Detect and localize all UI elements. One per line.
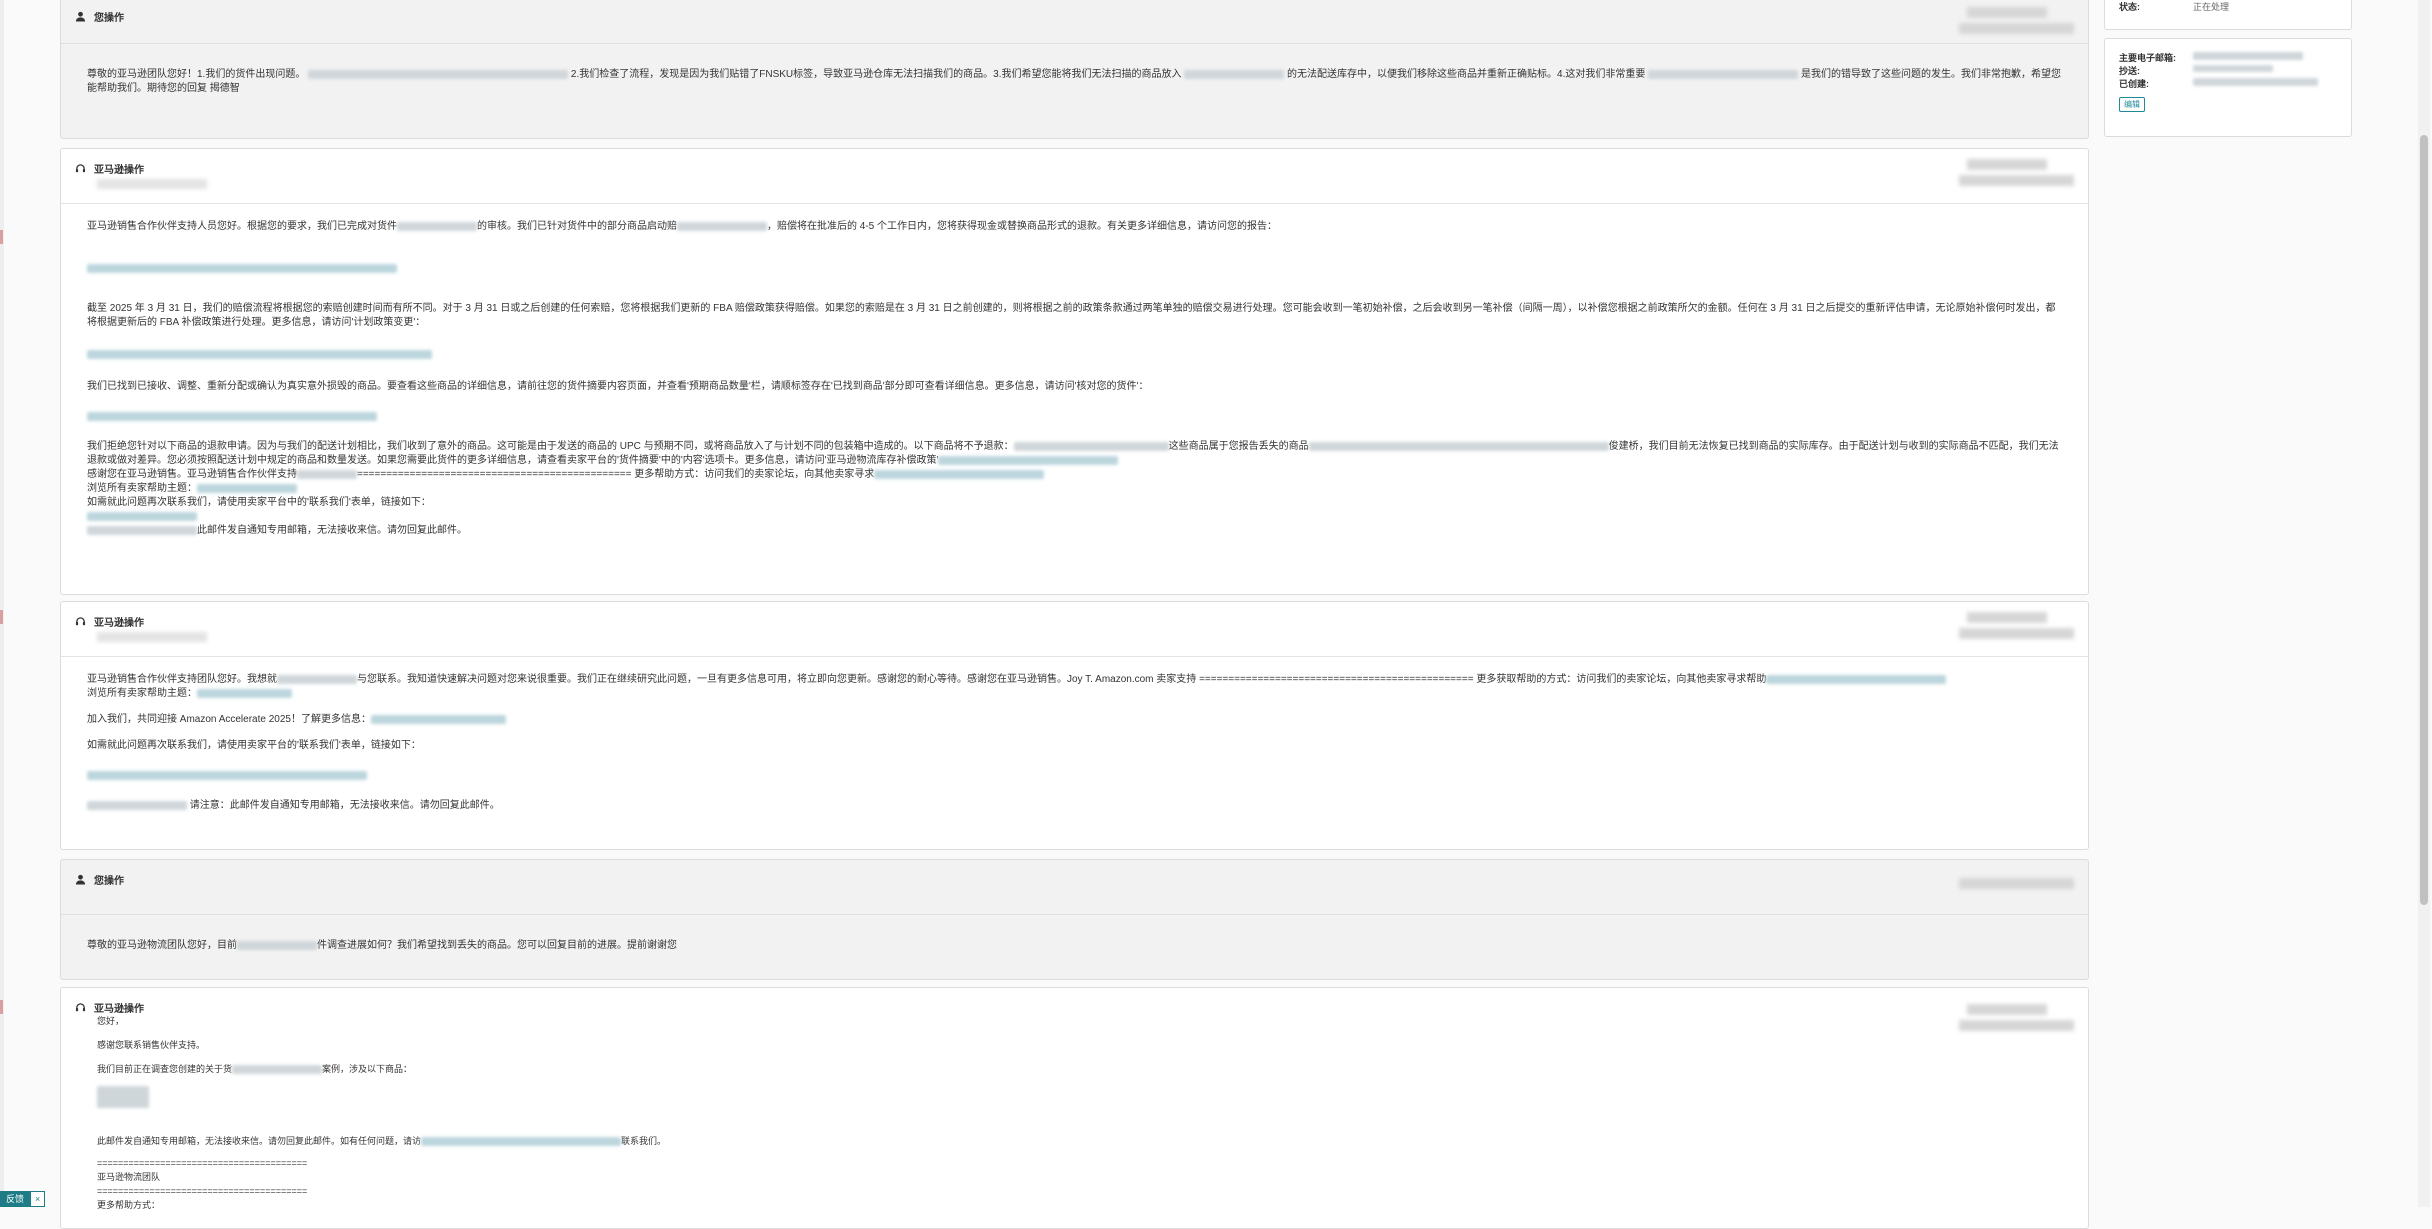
status-label: 状态:	[2119, 2, 2140, 12]
message-timestamp	[1959, 7, 2074, 34]
message-timestamp	[1959, 878, 2074, 889]
email-row: 主要电子邮箱:	[2119, 52, 2337, 65]
message-text: ，赔偿将在批准后的 4-5 个工作日内，您将获得现金或替换商品形式的退款。有关更…	[767, 221, 1278, 232]
product-image	[97, 1086, 149, 1108]
report-link[interactable]	[87, 263, 397, 273]
message-timestamp	[1959, 159, 2074, 186]
case-thread: 您操作 尊敬的亚马逊团队您好！1.我们的货件出现问题。 2.我们检查了流程，发现…	[60, 0, 2089, 1229]
message-text: 截至 2025 年 3 月 31 日，我们的赔偿流程将根据您的索赔创建时间而有所…	[87, 303, 2056, 328]
contact-card: 主要电子邮箱: 抄送: 已创建: 编辑	[2104, 38, 2352, 137]
feedback-button[interactable]: 反馈	[0, 1191, 31, 1207]
message-text: 2.我们检查了流程，发现是因为我们贴错了FNSKU标签，导致亚马逊仓库无法扫描我…	[570, 69, 1182, 80]
message-text: 您好，	[97, 1016, 125, 1026]
author-subtitle	[97, 632, 207, 642]
message-card-seller: 您操作 尊敬的亚马逊物流团队您好，目前 件调查进展如何？我们希望找到丢失的商品。您…	[60, 859, 2089, 980]
created-label: 已创建:	[2119, 79, 2149, 89]
author-name: 亚马逊操作	[94, 165, 144, 176]
message-text: 的无法配送库存中，以便我们移除这些商品并重新正确贴标。4.这对我们非常重要	[1287, 69, 1646, 80]
message-author: 您操作	[75, 9, 124, 24]
author-name: 您操作	[94, 876, 124, 887]
message-header: 您操作	[61, 0, 2088, 44]
divider-text: ========================================	[97, 1158, 308, 1168]
headset-icon	[75, 617, 86, 626]
cc-row: 抄送:	[2119, 65, 2337, 78]
message-card-seller: 您操作 尊敬的亚马逊团队您好！1.我们的货件出现问题。 2.我们检查了流程，发现…	[60, 0, 2089, 139]
created-row: 已创建:	[2119, 78, 2337, 91]
message-card-amazon: 亚马逊操作 亚马逊销售合作伙伴支持人员您好。根据您的要求，我们已完成对货件 的审核…	[60, 148, 2089, 595]
message-text: 感谢您在亚马逊销售。亚马逊销售合作伙伴支持	[87, 469, 297, 480]
message-author: 亚马逊操作	[75, 161, 144, 176]
message-header: 亚马逊操作	[61, 149, 2088, 204]
reconcile-link[interactable]	[87, 411, 377, 421]
cc-label: 抄送:	[2119, 66, 2140, 76]
message-text: 我们拒绝您针对以下商品的退款申请。因为与我们的配送计划相比，我们收到了意外的商品…	[87, 441, 1014, 452]
message-text: 我们目前正在调查您创建的关于货	[97, 1064, 233, 1074]
headset-icon	[75, 164, 86, 173]
message-text: 此邮件发自通知专用邮箱，无法接收来信。请勿回复此邮件。如有任何问题，请访	[97, 1136, 422, 1146]
message-header: 您操作	[61, 860, 2088, 915]
message-text: 感谢您联系销售伙伴支持。	[97, 1040, 206, 1050]
message-body: 尊敬的亚马逊团队您好！1.我们的货件出现问题。 2.我们检查了流程，发现是因为我…	[61, 44, 2088, 112]
message-timestamp	[1959, 612, 2074, 639]
message-text: 加入我们，共同迎接 Amazon Accelerate 2025！了解更多信息：	[87, 714, 371, 725]
message-text: 此邮件发自通知专用邮箱，无法接收来信。请勿回复此邮件。	[197, 525, 467, 536]
message-text: 更多帮助方式：	[97, 1200, 161, 1210]
status-row: 状态: 正在处理	[2105, 0, 2351, 20]
message-text: 我们已找到已接收、调整、重新分配或确认为真实意外损毁的商品。要查看这些商品的详细…	[87, 381, 1149, 392]
edit-button[interactable]: 编辑	[2119, 97, 2145, 112]
author-name: 您操作	[94, 13, 124, 24]
status-card: 状态: 正在处理	[2104, 0, 2352, 30]
message-body: 您好， 感谢您联系销售伙伴支持。 我们目前正在调查您创建的关于货 案例，涉及以下商…	[61, 988, 2088, 1212]
message-body: 亚马逊销售合作伙伴支持人员您好。根据您的要求，我们已完成对货件 的审核。我们已针对…	[61, 204, 2088, 554]
message-text: 尊敬的亚马逊物流团队您好，目前	[87, 940, 237, 951]
left-edge	[0, 0, 4, 1207]
user-icon	[75, 874, 86, 885]
message-author: 亚马逊操作	[75, 614, 144, 629]
status-value: 正在处理	[2193, 2, 2230, 12]
message-body: 亚马逊销售合作伙伴支持团队您好。我想就 与您联系。我知道快速解决问题对您来说很重要…	[61, 657, 2088, 829]
feedback-widget[interactable]: 反馈 ×	[0, 1191, 46, 1207]
message-text: 这些商品属于您报告丢失的商品	[1168, 441, 1309, 452]
user-icon	[75, 11, 86, 22]
message-text: ========================================…	[357, 469, 875, 480]
message-text: 亚马逊销售合作伙伴支持团队您好。我想就	[87, 674, 277, 685]
message-header: 亚马逊操作	[61, 602, 2088, 657]
close-icon[interactable]: ×	[30, 1191, 46, 1207]
message-card-amazon: 亚马逊操作 亚马逊销售合作伙伴支持团队您好。我想就 与您联系。我知道快速解决问题对…	[60, 601, 2089, 850]
message-text: 尊敬的亚马逊团队您好！1.我们的货件出现问题。	[87, 69, 306, 80]
contact-link[interactable]	[87, 770, 367, 780]
message-text: 案例，涉及以下商品：	[322, 1064, 413, 1074]
message-text: 件调查进展如何？我们希望找到丢失的商品。您可以回复目前的进展。提前谢谢您	[317, 940, 677, 951]
scrollbar[interactable]	[2418, 0, 2430, 1207]
message-text: 的审核。我们已针对货件中的部分商品启动赔	[477, 221, 677, 232]
message-text: 与您联系。我知道快速解决问题对您来说很重要。我们正在继续研究此问题，一旦有更多信…	[357, 674, 1767, 685]
author-subtitle	[97, 179, 207, 189]
message-text: 浏览所有卖家帮助主题：	[87, 483, 197, 494]
scrollbar-thumb[interactable]	[2420, 135, 2428, 905]
policy-link[interactable]	[87, 349, 432, 359]
message-text: 请注意：此邮件发自通知专用邮箱，无法接收来信。请勿回复此邮件。	[189, 800, 500, 811]
message-text: 浏览所有卖家帮助主题：	[87, 688, 197, 699]
message-body: 尊敬的亚马逊物流团队您好，目前 件调查进展如何？我们希望找到丢失的商品。您可以回复…	[61, 915, 2088, 969]
message-text: 如需就此问题再次联系我们，请使用卖家平台中的'联系我们'表单，链接如下：	[87, 497, 431, 508]
message-author: 您操作	[75, 872, 124, 887]
author-name: 亚马逊操作	[94, 618, 144, 629]
contact-link[interactable]	[87, 511, 197, 521]
message-text: 如需就此问题再次联系我们，请使用卖家平台的'联系我们'表单，链接如下：	[87, 740, 421, 751]
message-text: 亚马逊物流团队	[97, 1172, 161, 1182]
message-text: 联系我们。	[621, 1136, 667, 1146]
message-card-amazon: 亚马逊操作 您好， 感谢您联系销售伙伴支持。 我们目前正在调查您创建的关于货 案例…	[60, 987, 2089, 1229]
divider-text: ========================================	[97, 1186, 308, 1196]
message-text: 亚马逊销售合作伙伴支持人员您好。根据您的要求，我们已完成对货件	[87, 221, 397, 232]
email-label: 主要电子邮箱:	[2119, 53, 2176, 63]
